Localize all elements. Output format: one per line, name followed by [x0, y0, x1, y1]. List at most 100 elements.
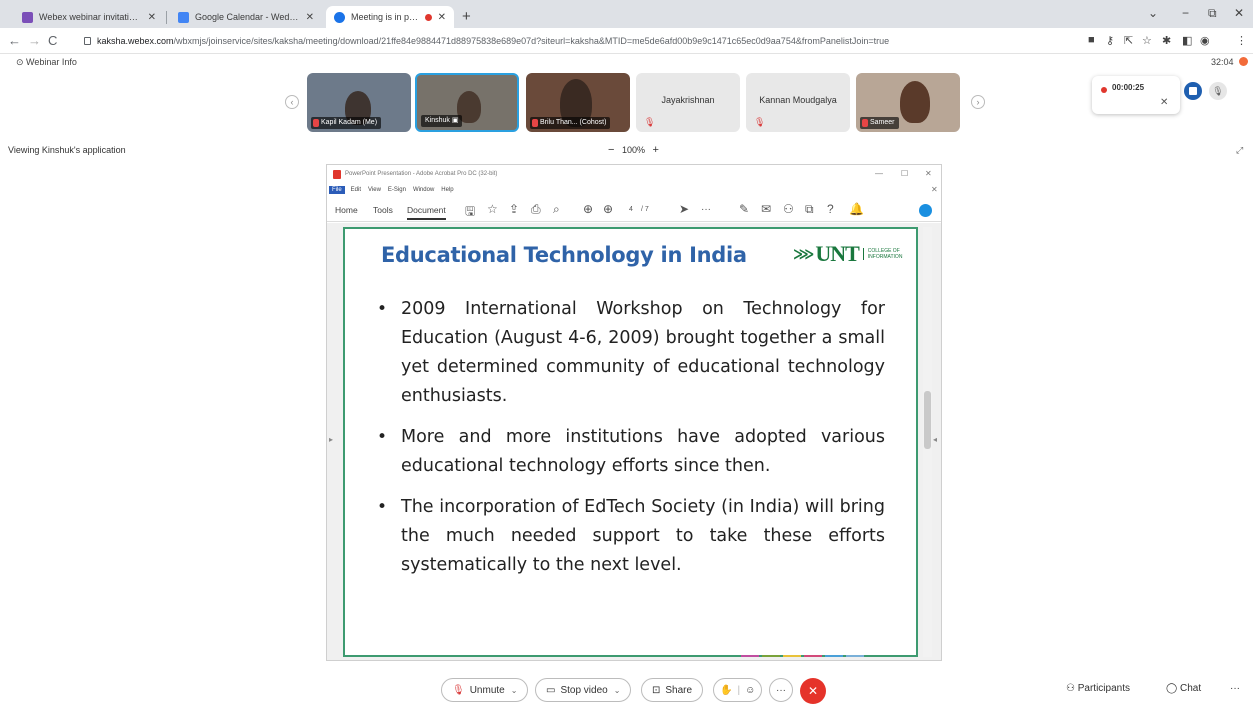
participant-tile[interactable]: Kapil Kadam (Me): [307, 73, 411, 132]
participant-tile[interactable]: Kannan Moudgalya 🎙: [746, 73, 850, 132]
notification-bell-icon[interactable]: 🔔: [849, 202, 864, 216]
muted-mic-icon: 🎙: [644, 117, 656, 127]
raise-hand-icon[interactable]: ✋: [720, 685, 732, 696]
menu-window[interactable]: Window: [413, 187, 434, 193]
scroll-right-icon[interactable]: ›: [971, 95, 985, 109]
document-viewport[interactable]: ▸ Educational Technology in India ⋙ UNT …: [327, 223, 941, 660]
participants-button[interactable]: ⚇ Participants: [1066, 683, 1130, 694]
maximize-icon[interactable]: ☐: [901, 169, 908, 178]
eagle-logo-icon: ⋙: [793, 246, 815, 263]
minimize-window-button[interactable]: −: [1182, 6, 1189, 20]
participant-tile[interactable]: Sameer: [856, 73, 960, 132]
previous-page-icon[interactable]: ⊕: [583, 202, 593, 216]
viewing-application-label: Viewing Kinshuk's application: [8, 145, 126, 155]
participant-name: Kannan Moudgalya: [759, 95, 837, 105]
url-field[interactable]: kaksha.webex.com /wbxmjs/joinservice/sit…: [84, 31, 1074, 51]
bookmark-star-icon[interactable]: ☆: [487, 202, 498, 216]
chat-button[interactable]: ◯ Chat: [1166, 683, 1201, 694]
participant-tile[interactable]: Brilu Than... (Cohost): [526, 73, 630, 132]
browser-tab-webex-invite[interactable]: Webex webinar invitation: EdTec ✕: [14, 6, 164, 28]
more-tools-icon[interactable]: ···: [701, 204, 711, 215]
scrollbar-thumb[interactable]: [924, 391, 931, 449]
restore-window-button[interactable]: ⧉: [1208, 6, 1217, 21]
menu-edit[interactable]: Edit: [351, 187, 361, 193]
mic-icon[interactable]: 🎙: [1209, 82, 1227, 100]
new-tab-button[interactable]: +: [462, 8, 471, 25]
upload-icon[interactable]: ⇪: [509, 202, 519, 216]
extensions-icon[interactable]: ✱: [1162, 34, 1171, 47]
sign-pen-icon[interactable]: ✎: [739, 202, 749, 216]
close-tab-icon[interactable]: ✕: [148, 12, 156, 23]
muted-mic-icon: [862, 119, 868, 127]
share-page-icon[interactable]: ⇱: [1124, 34, 1133, 47]
browser-menu-icon[interactable]: ⋮: [1236, 34, 1247, 47]
help-icon[interactable]: ?: [827, 202, 834, 216]
tab-home[interactable]: Home: [335, 205, 358, 215]
search-icon[interactable]: ⌕: [553, 202, 560, 217]
forward-arrow-icon[interactable]: →: [28, 33, 41, 48]
next-page-icon[interactable]: ⊕: [603, 202, 613, 216]
left-panel-toggle-icon[interactable]: ▸: [329, 435, 333, 444]
email-icon[interactable]: ✉: [761, 202, 771, 216]
leave-meeting-button[interactable]: ✕: [800, 678, 826, 704]
user-avatar-icon[interactable]: [919, 204, 932, 217]
share-icon[interactable]: ⚇: [783, 202, 794, 216]
unmute-button[interactable]: 🎙 Unmute ⌄: [441, 678, 529, 702]
profile-avatar-icon[interactable]: ◉: [1200, 34, 1210, 47]
close-tab-icon[interactable]: ✕: [306, 12, 314, 23]
lock-icon: [84, 37, 91, 45]
menu-view[interactable]: View: [368, 187, 381, 193]
menu-help[interactable]: Help: [441, 187, 453, 193]
menu-esign[interactable]: E-Sign: [388, 187, 406, 193]
url-path: /wbxmjs/joinservice/sites/kaksha/meeting…: [173, 36, 890, 46]
browser-tab-google-calendar[interactable]: Google Calendar - Wednesday, A ✕: [170, 6, 322, 28]
shared-application-window: PowerPoint Presentation - Adobe Acrobat …: [326, 164, 942, 661]
stop-video-button[interactable]: ▭ Stop video ⌄: [535, 678, 632, 702]
slide-bullet: 2009 International Workshop on Technolog…: [377, 295, 885, 411]
close-icon[interactable]: ✕: [925, 169, 932, 178]
select-cursor-icon[interactable]: ➤: [679, 202, 689, 216]
participant-tile-active-speaker[interactable]: Kinshuk ▣: [415, 73, 519, 132]
zoom-in-button[interactable]: +: [653, 144, 659, 156]
key-icon[interactable]: ⚷: [1106, 34, 1114, 47]
tab-search-dropdown-icon[interactable]: ⌄: [1148, 6, 1158, 20]
share-button[interactable]: ⊡ Share: [641, 678, 704, 702]
acrobat-menu-bar: File Edit View E-Sign Window Help: [327, 184, 941, 196]
browser-tab-strip: Webex webinar invitation: EdTec ✕ Google…: [0, 0, 1253, 28]
camera-icon[interactable]: ■: [1088, 34, 1095, 46]
unmute-label: Unmute: [469, 684, 505, 696]
reload-icon[interactable]: C: [48, 33, 57, 48]
browser-tab-meeting[interactable]: Meeting is in progress... ✕: [326, 6, 454, 28]
copy-icon[interactable]: ⧉: [805, 202, 814, 217]
bookmark-star-icon[interactable]: ☆: [1142, 34, 1152, 47]
close-window-button[interactable]: ✕: [1234, 6, 1244, 20]
close-icon[interactable]: ✕: [1160, 97, 1168, 108]
menu-file[interactable]: File: [329, 186, 345, 194]
right-panel-toggle-icon[interactable]: ◂: [933, 435, 937, 444]
zoom-out-button[interactable]: −: [608, 144, 614, 156]
side-panel-icon[interactable]: ◧: [1182, 34, 1192, 47]
video-camera-icon: ▭: [546, 684, 556, 696]
document-scrollbar[interactable]: [923, 227, 932, 657]
more-panels-icon[interactable]: ···: [1230, 683, 1240, 694]
participant-tile[interactable]: Jayakrishnan 🎙: [636, 73, 740, 132]
acrobat-toolbar: Home Tools Document 🖫 ☆ ⇪ ⎙ ⌕ ⊕ ⊕ 4 / 7 …: [327, 198, 941, 222]
save-icon[interactable]: 🖫: [465, 202, 475, 223]
webinar-info-link[interactable]: ⊙ Webinar Info: [16, 57, 77, 68]
stop-recording-button[interactable]: [1184, 82, 1202, 100]
chevron-down-icon[interactable]: ⌄: [614, 686, 621, 695]
back-arrow-icon[interactable]: ←: [8, 33, 21, 48]
tab-tools[interactable]: Tools: [373, 205, 393, 215]
current-page-field[interactable]: 4: [629, 206, 633, 213]
more-options-button[interactable]: ···: [769, 678, 793, 702]
tab-document[interactable]: Document: [407, 205, 446, 220]
print-icon[interactable]: ⎙: [531, 202, 541, 217]
emoji-reaction-icon[interactable]: ☺: [745, 685, 755, 696]
scroll-left-icon[interactable]: ‹: [285, 95, 299, 109]
acrobat-window-title: PowerPoint Presentation - Adobe Acrobat …: [345, 171, 498, 177]
close-tab-icon[interactable]: ✕: [438, 12, 446, 23]
expand-icon[interactable]: ⤢: [1236, 145, 1243, 156]
chevron-down-icon[interactable]: ⌄: [511, 686, 518, 695]
minimize-icon[interactable]: —: [875, 169, 883, 178]
url-host: kaksha.webex.com: [97, 36, 174, 46]
